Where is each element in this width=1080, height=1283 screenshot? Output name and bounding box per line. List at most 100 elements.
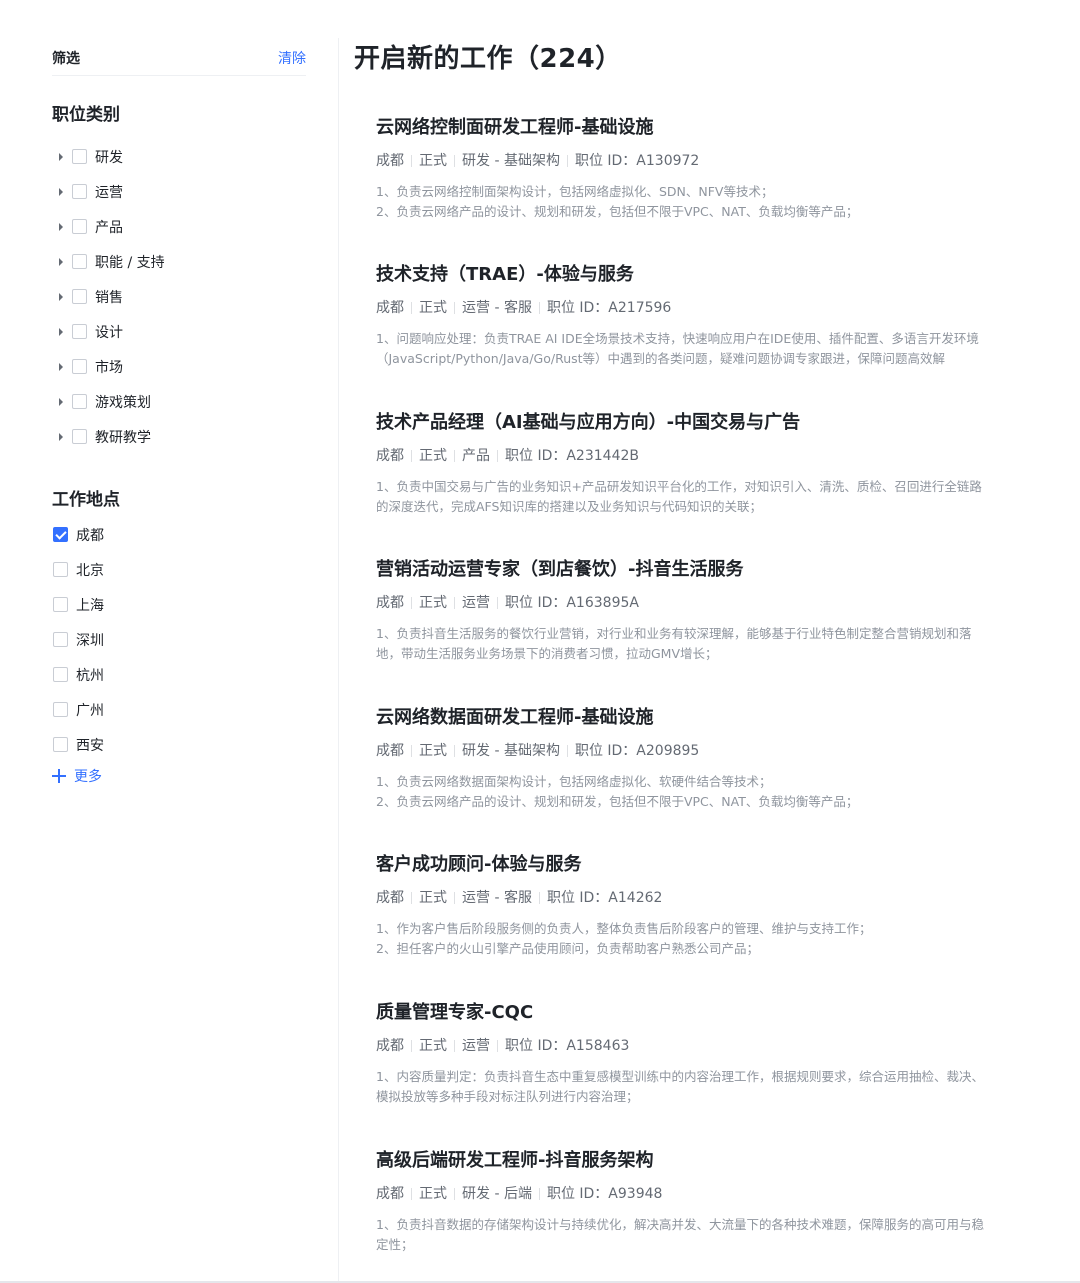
location-item-shanghai[interactable]: 上海 xyxy=(52,587,312,622)
meta-separator xyxy=(411,155,412,167)
category-item-product[interactable]: 产品 xyxy=(52,209,312,244)
caret-right-icon[interactable] xyxy=(52,428,70,446)
plus-icon xyxy=(52,769,66,783)
job-type: 正式 xyxy=(419,743,447,759)
category-item-operations[interactable]: 运营 xyxy=(52,174,312,209)
location-checkbox[interactable] xyxy=(53,597,68,612)
job-title-link[interactable]: 营销活动运营专家（到店餐饮）-抖音生活服务 xyxy=(376,557,996,583)
category-item-sales[interactable]: 销售 xyxy=(52,279,312,314)
job-meta: 成都 正式 运营 - 客服 职位 ID：A217596 xyxy=(376,298,996,318)
job-category: 研发 - 基础架构 xyxy=(462,153,560,169)
job-location: 成都 xyxy=(376,153,404,169)
caret-right-icon[interactable] xyxy=(52,148,70,166)
category-checkbox[interactable] xyxy=(72,219,87,234)
location-checkbox[interactable] xyxy=(53,667,68,682)
caret-right-icon[interactable] xyxy=(52,183,70,201)
job-title-link[interactable]: 技术支持（TRAE）-体验与服务 xyxy=(376,262,996,288)
category-checkbox[interactable] xyxy=(72,289,87,304)
job-card[interactable]: 客户成功顾问-体验与服务 成都 正式 运营 - 客服 职位 ID：A14262 … xyxy=(376,852,996,959)
category-item-support[interactable]: 职能 / 支持 xyxy=(52,244,312,279)
category-checkbox[interactable] xyxy=(72,149,87,164)
location-checkbox[interactable] xyxy=(53,632,68,647)
job-category: 研发 - 基础架构 xyxy=(462,743,560,759)
job-card[interactable]: 云网络数据面研发工程师-基础设施 成都 正式 研发 - 基础架构 职位 ID：A… xyxy=(376,705,996,812)
caret-right-icon[interactable] xyxy=(52,393,70,411)
job-card[interactable]: 技术产品经理（AI基础与应用方向）-中国交易与广告 成都 正式 产品 职位 ID… xyxy=(376,410,996,517)
clear-filters-button[interactable]: 清除 xyxy=(278,48,306,68)
job-meta: 成都 正式 产品 职位 ID：A231442B xyxy=(376,446,996,466)
meta-separator xyxy=(411,450,412,462)
location-item-guangzhou[interactable]: 广州 xyxy=(52,692,312,727)
job-description-line: 1、问题响应处理：负责TRAE AI IDE全场景技术支持，快速响应用户在IDE… xyxy=(376,331,979,366)
job-title-link[interactable]: 技术产品经理（AI基础与应用方向）-中国交易与广告 xyxy=(376,410,996,436)
job-title-link[interactable]: 云网络数据面研发工程师-基础设施 xyxy=(376,705,996,731)
job-description: 1、问题响应处理：负责TRAE AI IDE全场景技术支持，快速响应用户在IDE… xyxy=(376,329,991,369)
job-description-line: 1、负责抖音生活服务的餐饮行业营销，对行业和业务有较深理解，能够基于行业特色制定… xyxy=(376,626,972,661)
location-item-chengdu[interactable]: 成都 xyxy=(52,517,312,552)
job-category: 产品 xyxy=(462,448,490,464)
job-title-link[interactable]: 云网络控制面研发工程师-基础设施 xyxy=(376,115,996,141)
meta-separator xyxy=(538,892,540,904)
category-checkbox[interactable] xyxy=(72,394,87,409)
category-item-design[interactable]: 设计 xyxy=(52,314,312,349)
caret-right-icon[interactable] xyxy=(52,358,70,376)
job-card[interactable]: 技术支持（TRAE）-体验与服务 成都 正式 运营 - 客服 职位 ID：A21… xyxy=(376,262,996,369)
location-item-beijing[interactable]: 北京 xyxy=(52,552,312,587)
job-description: 1、内容质量判定：负责抖音生态中重复感模型训练中的内容治理工作，根据规则要求，综… xyxy=(376,1067,991,1107)
location-checkbox-checked[interactable] xyxy=(53,527,68,542)
category-checkbox[interactable] xyxy=(72,429,87,444)
meta-separator xyxy=(538,1188,540,1200)
caret-right-icon[interactable] xyxy=(52,218,70,236)
location-item-shenzhen[interactable]: 深圳 xyxy=(52,622,312,657)
more-locations-button[interactable]: 更多 xyxy=(52,766,102,786)
more-locations-label: 更多 xyxy=(74,769,102,785)
category-item-marketing[interactable]: 市场 xyxy=(52,349,312,384)
job-meta: 成都 正式 研发 - 后端 职位 ID：A93948 xyxy=(376,1184,996,1204)
job-id: 职位 ID：A163895A xyxy=(505,595,639,611)
category-label: 设计 xyxy=(95,324,123,341)
job-card[interactable]: 营销活动运营专家（到店餐饮）-抖音生活服务 成都 正式 运营 职位 ID：A16… xyxy=(376,557,996,664)
category-checkbox[interactable] xyxy=(72,254,87,269)
job-description: 1、负责抖音数据的存储架构设计与持续优化，解决高并发、大流量下的各种技术难题，保… xyxy=(376,1215,991,1255)
job-type: 正式 xyxy=(419,595,447,611)
job-card[interactable]: 质量管理专家-CQC 成都 正式 运营 职位 ID：A158463 1、内容质量… xyxy=(376,1000,996,1107)
job-category: 运营 - 客服 xyxy=(462,300,532,316)
job-description-line: 2、负责云网络产品的设计、规划和研发，包括但不限于VPC、NAT、负载均衡等产品… xyxy=(376,794,859,809)
meta-separator xyxy=(411,302,412,314)
category-item-game-design[interactable]: 游戏策划 xyxy=(52,384,312,419)
job-location: 成都 xyxy=(376,1038,404,1054)
job-category: 运营 - 客服 xyxy=(462,890,532,906)
category-label: 游戏策划 xyxy=(95,394,151,411)
category-item-rd[interactable]: 研发 xyxy=(52,139,312,174)
location-item-xian[interactable]: 西安 xyxy=(52,727,312,762)
location-checkbox[interactable] xyxy=(53,562,68,577)
job-location: 成都 xyxy=(376,300,404,316)
location-checkbox[interactable] xyxy=(53,737,68,752)
job-title-link[interactable]: 质量管理专家-CQC xyxy=(376,1000,996,1026)
meta-separator xyxy=(454,450,455,462)
job-card[interactable]: 高级后端研发工程师-抖音服务架构 成都 正式 研发 - 后端 职位 ID：A93… xyxy=(376,1148,996,1255)
meta-separator xyxy=(454,155,455,167)
caret-right-icon[interactable] xyxy=(52,253,70,271)
job-title-link[interactable]: 客户成功顾问-体验与服务 xyxy=(376,852,996,878)
category-list: 研发 运营 产品 职能 / 支持 销售 设计 市场 游戏策划 教研教学 xyxy=(52,139,312,454)
caret-right-icon[interactable] xyxy=(52,288,70,306)
category-checkbox[interactable] xyxy=(72,324,87,339)
job-type: 正式 xyxy=(419,448,447,464)
caret-right-icon[interactable] xyxy=(52,323,70,341)
category-checkbox[interactable] xyxy=(72,184,87,199)
job-category: 运营 xyxy=(462,595,490,611)
location-section-title: 工作地点 xyxy=(52,490,120,510)
job-location: 成都 xyxy=(376,448,404,464)
job-description: 1、负责云网络控制面架构设计，包括网络虚拟化、SDN、NFV等技术； 2、负责云… xyxy=(376,182,991,222)
category-section-title: 职位类别 xyxy=(52,105,120,125)
location-checkbox[interactable] xyxy=(53,702,68,717)
location-item-hangzhou[interactable]: 杭州 xyxy=(52,657,312,692)
job-title-link[interactable]: 高级后端研发工程师-抖音服务架构 xyxy=(376,1148,996,1174)
job-card[interactable]: 云网络控制面研发工程师-基础设施 成都 正式 研发 - 基础架构 职位 ID：A… xyxy=(376,115,996,222)
job-description-line: 2、负责云网络产品的设计、规划和研发，包括但不限于VPC、NAT、负载均衡等产品… xyxy=(376,204,859,219)
job-description-line: 1、负责云网络控制面架构设计，包括网络虚拟化、SDN、NFV等技术； xyxy=(376,184,774,199)
category-item-teaching[interactable]: 教研教学 xyxy=(52,419,312,454)
category-checkbox[interactable] xyxy=(72,359,87,374)
job-description-line: 1、负责中国交易与广告的业务知识+产品研发知识平台化的工作，对知识引入、清洗、质… xyxy=(376,479,982,514)
